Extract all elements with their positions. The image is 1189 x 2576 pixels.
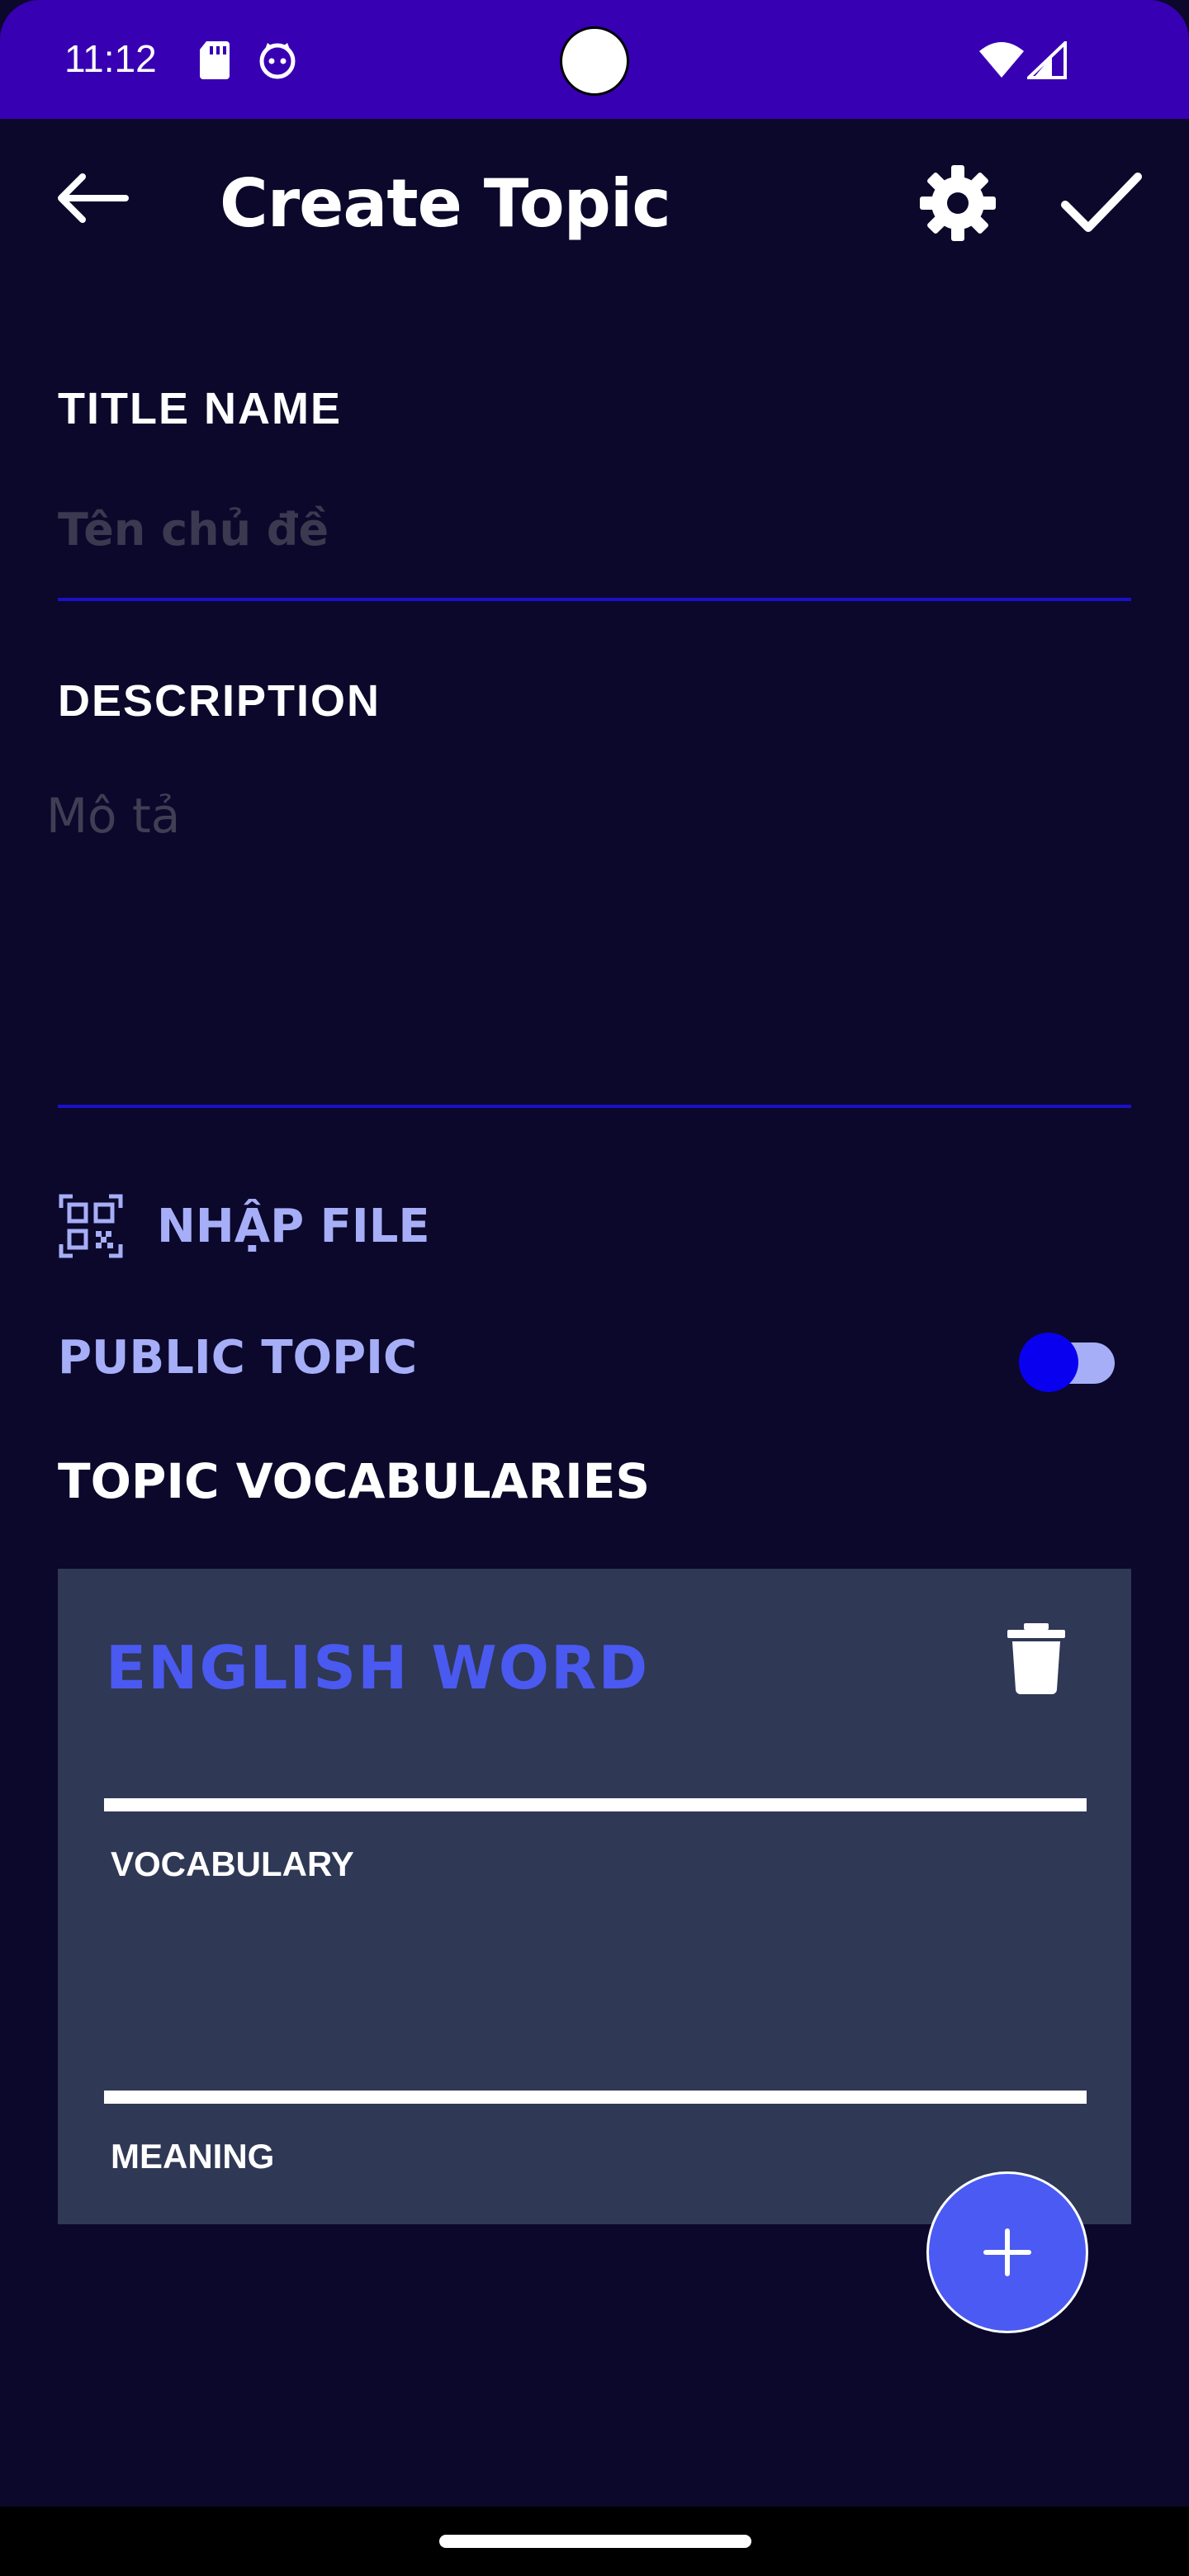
- meaning-input[interactable]: [104, 2091, 1087, 2104]
- page-title: Create Topic: [220, 165, 671, 242]
- toggle-thumb: [1019, 1333, 1078, 1392]
- title-name-input[interactable]: [58, 492, 1131, 566]
- trash-icon[interactable]: [1007, 1623, 1065, 1694]
- vocabulary-input[interactable]: [104, 1798, 1087, 1811]
- sd-card-icon: [200, 41, 230, 79]
- public-topic-toggle[interactable]: [1019, 1329, 1118, 1395]
- vocabulary-card: ENGLISH WORD VOCABULARY MEANING: [58, 1569, 1131, 2224]
- add-vocabulary-button[interactable]: [926, 2171, 1088, 2333]
- signal-icon: [1027, 41, 1067, 79]
- back-arrow-icon[interactable]: [53, 172, 132, 225]
- description-label: DESCRIPTION: [58, 676, 381, 726]
- camera-cutout: [560, 26, 629, 96]
- public-topic-label: PUBLIC TOPIC: [58, 1331, 418, 1385]
- meaning-label: MEANING: [111, 2137, 275, 2176]
- status-time: 11:12: [64, 37, 157, 80]
- title-underline: [58, 598, 1131, 601]
- description-input[interactable]: [46, 788, 1136, 1085]
- vocabulary-label: VOCABULARY: [111, 1844, 354, 1883]
- qr-code-icon: [59, 1194, 123, 1258]
- import-file-label: NHẬP FILE: [157, 1199, 430, 1253]
- home-gesture-handle[interactable]: [439, 2535, 751, 2548]
- check-icon[interactable]: [1060, 165, 1143, 239]
- title-name-label: TITLE NAME: [58, 384, 342, 433]
- face-icon: [259, 43, 296, 79]
- card-title: ENGLISH WORD: [106, 1633, 650, 1702]
- plus-icon: [983, 2228, 1031, 2276]
- gear-icon[interactable]: [917, 162, 999, 244]
- description-underline: [58, 1105, 1131, 1108]
- wifi-icon: [979, 42, 1024, 78]
- import-file-button[interactable]: NHẬP FILE: [58, 1189, 438, 1263]
- topic-vocabularies-heading: TOPIC VOCABULARIES: [58, 1453, 651, 1509]
